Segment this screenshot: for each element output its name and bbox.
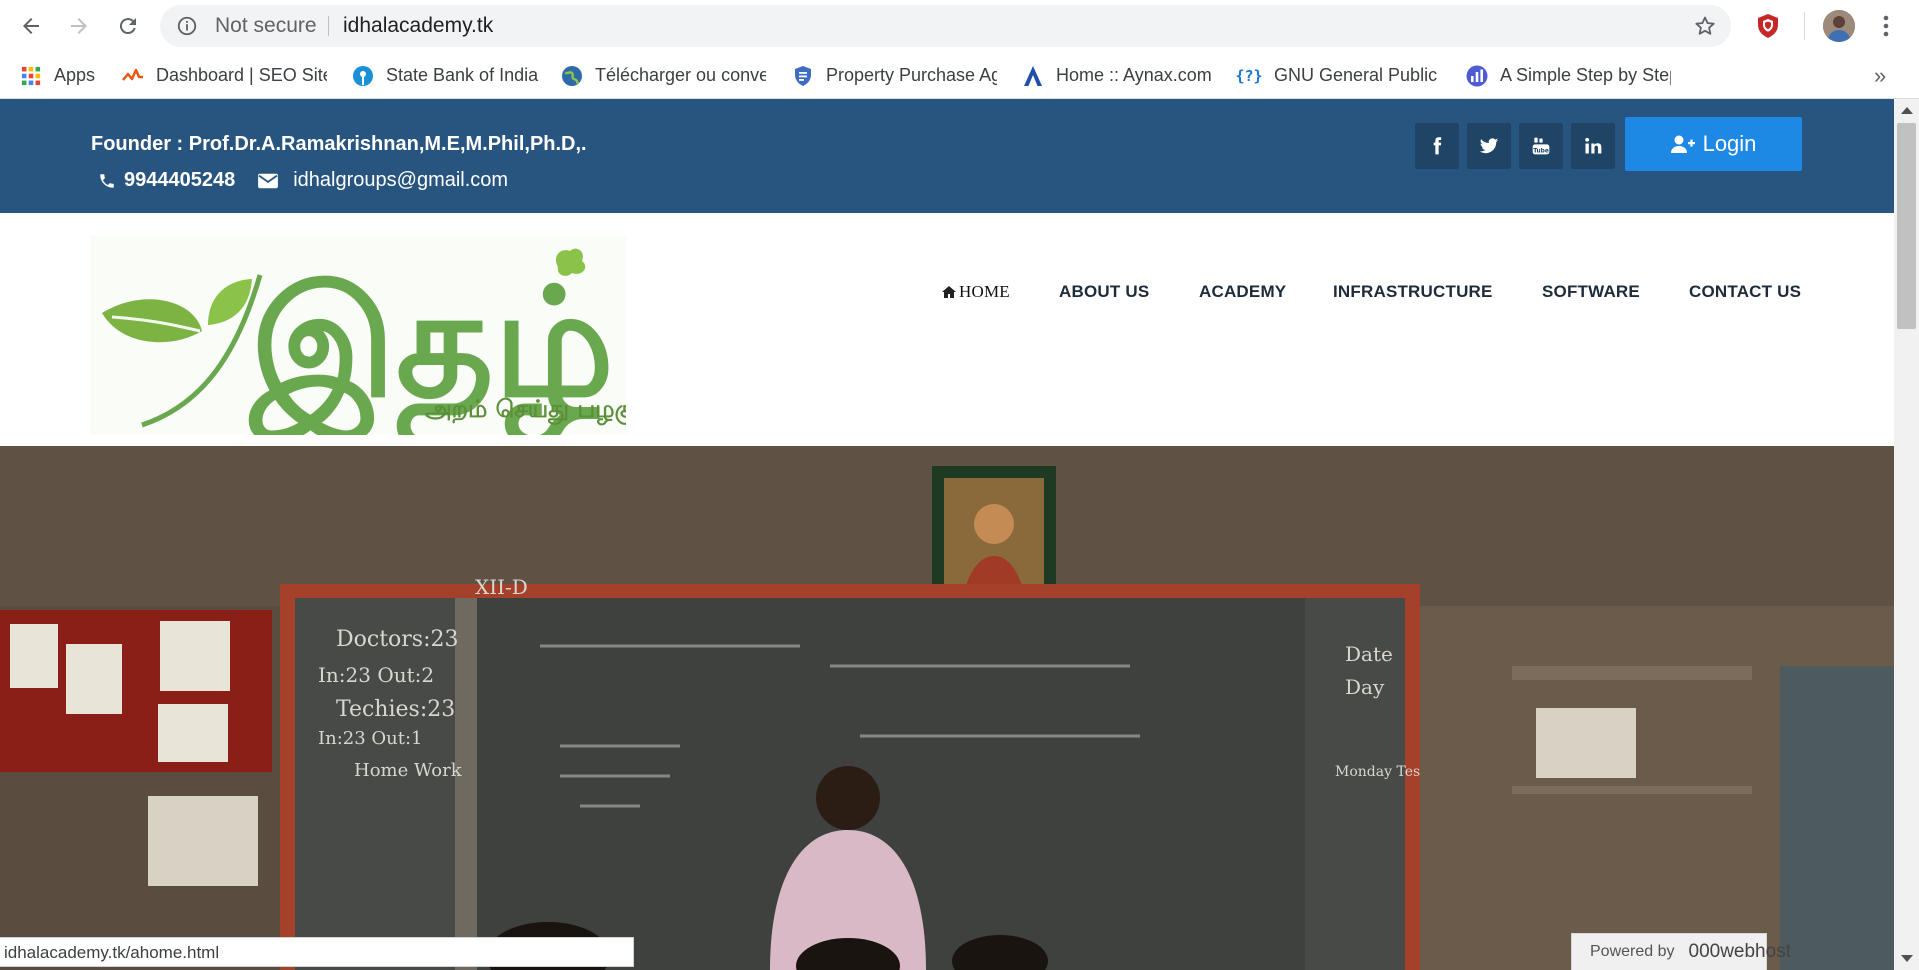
bookmark-gnu[interactable]: {?} GNU General Public L <box>1236 53 1440 98</box>
bookmark-label: Apps <box>54 65 96 85</box>
founder-text: Founder : Prof.Dr.A.Ramakrishnan,M.E,M.P… <box>91 133 587 155</box>
chrome-menu-icon[interactable] <box>1876 12 1896 40</box>
facebook-button[interactable] <box>1415 123 1459 169</box>
back-arrow-icon <box>23 18 39 34</box>
twitter-icon <box>1479 138 1499 154</box>
bookmark-label: GNU General Public L <box>1274 65 1440 85</box>
bookmark-property-purchase[interactable]: Property Purchase Ag <box>792 53 997 98</box>
bookmark-label: State Bank of India <box>386 65 539 85</box>
svg-text:Techies:23: Techies:23 <box>336 697 455 722</box>
powered-by-label: Powered by <box>1590 943 1675 960</box>
bookmark-aynax[interactable]: Home :: Aynax.com <box>1022 53 1222 98</box>
apps-grid-icon <box>20 65 42 87</box>
svg-text:Doctors:23: Doctors:23 <box>336 627 459 652</box>
scroll-up-arrow-icon[interactable] <box>1901 107 1913 114</box>
gnu-question-icon: {?} <box>1236 66 1263 85</box>
envelope-icon <box>258 173 279 188</box>
idhal-logo-icon: இதழ் அறம் செய்து பழகு <box>90 235 636 448</box>
linkedin-icon <box>1585 137 1602 154</box>
scroll-down-arrow-icon[interactable] <box>1901 955 1913 962</box>
profile-photo-icon <box>1823 10 1855 42</box>
omnibox-divider <box>328 16 329 36</box>
bookmark-label: Property Purchase Ag <box>826 65 997 85</box>
svg-text:In:23 Out:2: In:23 Out:2 <box>318 663 434 687</box>
info-icon[interactable] <box>176 15 198 37</box>
forward-arrow-icon <box>71 18 87 34</box>
powered-by-badge[interactable]: Powered by 000webhost <box>1571 933 1791 970</box>
phone-number[interactable]: 9944405248 <box>124 169 235 192</box>
login-button[interactable]: Login <box>1625 117 1802 171</box>
class-label: XII-D <box>475 575 528 599</box>
login-label: Login <box>1702 131 1757 156</box>
nav-about-us[interactable]: ABOUT US <box>1059 213 1149 446</box>
nav-home-label: HOME <box>959 282 1010 301</box>
classroom-photo-icon: Doctors:23 In:23 Out:2 Techies:23 In:23 … <box>0 446 1894 970</box>
page-scrollbar[interactable] <box>1894 99 1919 970</box>
facebook-icon <box>1433 137 1442 155</box>
url-text[interactable]: idhalacademy.tk <box>343 5 493 47</box>
logo-tagline: அறம் செய்து பழகு <box>425 395 626 426</box>
phone-icon <box>100 173 114 188</box>
profile-avatar[interactable] <box>1823 10 1855 42</box>
bookmark-label: Télécharger ou conve <box>595 65 766 85</box>
browser-toolbar: Not secure idhalacademy.tk <box>0 0 1919 53</box>
hero-classroom-image: Doctors:23 In:23 Out:2 Techies:23 In:23 … <box>0 446 1894 970</box>
page-viewport: Founder : Prof.Dr.A.Ramakrishnan,M.E,M.P… <box>0 99 1894 970</box>
bookmark-star-icon[interactable] <box>1693 14 1717 38</box>
nav-academy[interactable]: ACADEMY <box>1199 213 1286 446</box>
link-status-bubble: idhalacademy.tk/ahome.html <box>0 937 634 967</box>
nav-software[interactable]: SOFTWARE <box>1542 213 1640 446</box>
site-header: இதழ் அறம் செய்து பழகு HOME ABOUT US ACAD… <box>0 213 1894 448</box>
svg-text:Tube: Tube <box>1533 148 1549 154</box>
powered-by-brand: 000webhost <box>1688 941 1791 962</box>
bookmark-apps[interactable]: Apps <box>20 53 100 98</box>
extension-shield-icon[interactable] <box>1756 13 1780 39</box>
forward-button[interactable] <box>62 9 96 43</box>
email-address[interactable]: idhalgroups@gmail.com <box>293 169 508 192</box>
home-icon <box>942 286 956 298</box>
linkedin-button[interactable] <box>1571 123 1615 169</box>
nav-home[interactable]: HOME <box>941 213 1010 371</box>
nav-infrastructure[interactable]: INFRASTRUCTURE <box>1333 213 1493 446</box>
sbi-icon <box>352 65 374 87</box>
site-logo[interactable]: இதழ் அறம் செய்து பழகு <box>90 235 636 448</box>
seo-dashboard-icon <box>122 65 144 87</box>
bookmark-label: Dashboard | SEO Site <box>156 65 327 85</box>
bookmarks-overflow-button[interactable]: » <box>1874 53 1886 98</box>
bookmark-telecharger[interactable]: Télécharger ou conve <box>561 53 766 98</box>
youtube-icon: Tube <box>1532 137 1550 155</box>
add-user-icon <box>1670 135 1695 153</box>
aynax-a-icon <box>1022 65 1044 87</box>
bookmark-label: Home :: Aynax.com <box>1056 65 1212 85</box>
scroll-thumb[interactable] <box>1897 123 1916 329</box>
globe-icon <box>561 65 583 87</box>
toolbar-divider <box>1804 12 1805 40</box>
svg-text:In:23 Out:1: In:23 Out:1 <box>318 728 423 749</box>
bookmark-label: A Simple Step by Step <box>1500 65 1671 85</box>
bookmarks-bar: Apps Dashboard | SEO Site State Bank of … <box>0 53 1919 99</box>
svg-text:Day: Day <box>1345 675 1385 699</box>
shield-doc-icon <box>792 65 814 87</box>
twitter-button[interactable] <box>1467 123 1511 169</box>
svg-text:Home Work: Home Work <box>354 760 463 781</box>
bookmark-seo-dashboard[interactable]: Dashboard | SEO Site <box>122 53 327 98</box>
address-bar[interactable]: Not secure idhalacademy.tk <box>160 5 1731 47</box>
site-topbar: Founder : Prof.Dr.A.Ramakrishnan,M.E,M.P… <box>0 99 1894 213</box>
nav-contact-us[interactable]: CONTACT US <box>1689 213 1801 446</box>
security-label: Not secure <box>215 14 317 37</box>
contact-line: 9944405248 idhalgroups@gmail.com <box>98 169 508 192</box>
svg-text:Date: Date <box>1345 642 1393 666</box>
reload-button[interactable] <box>111 9 145 43</box>
bar-chart-icon <box>1466 65 1488 87</box>
bookmark-sbi[interactable]: State Bank of India <box>352 53 542 98</box>
svg-text:Monday Test: Monday Test <box>1335 764 1426 780</box>
back-button[interactable] <box>14 9 48 43</box>
youtube-button[interactable]: Tube <box>1519 123 1563 169</box>
reload-icon <box>119 18 136 35</box>
bookmark-simple-step[interactable]: A Simple Step by Step <box>1466 53 1671 98</box>
